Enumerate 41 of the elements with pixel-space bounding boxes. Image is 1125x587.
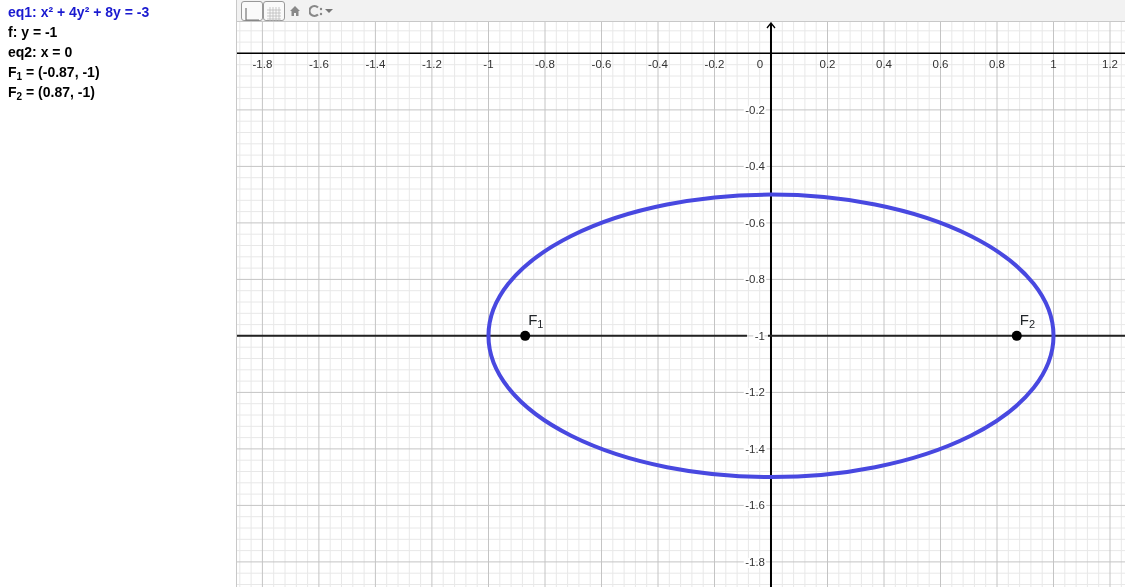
ellipse[interactable] xyxy=(486,192,1056,480)
algebra-entry[interactable]: eq1: x² + 4y² + 8y = -3 xyxy=(8,2,236,22)
algebra-entry[interactable]: F$_{2}$ = (0.87, -1) xyxy=(8,82,236,102)
axes-toggle-button[interactable] xyxy=(241,0,263,21)
tick-label: -1 xyxy=(483,58,494,71)
tick-label: -0.8 xyxy=(745,273,765,286)
grid-toggle-button[interactable] xyxy=(263,0,285,21)
tick-label: 1 xyxy=(1050,58,1057,71)
tick-label: -1.4 xyxy=(745,442,765,455)
point[interactable] xyxy=(1011,330,1022,341)
tick-label: -1 xyxy=(754,329,765,342)
tick-label: -1.4 xyxy=(365,58,386,71)
point-label: F$_{2}$ xyxy=(1019,311,1036,327)
axes-icon xyxy=(243,6,261,23)
tick-label: -1.2 xyxy=(745,386,765,399)
tick-label: -0.2 xyxy=(745,103,765,116)
tick-label: -0.4 xyxy=(745,160,765,173)
grid-icon xyxy=(265,6,283,23)
tick-label: 0.4 xyxy=(876,58,892,71)
tick-label: -0.6 xyxy=(591,58,612,71)
algebra-entry[interactable]: f: y = -1 xyxy=(8,22,236,42)
tick-label: 0.8 xyxy=(989,58,1005,71)
algebra-entry[interactable]: F$_{1}$ = (-0.87, -1) xyxy=(8,62,236,82)
point-label: F$_{1}$ xyxy=(528,311,544,327)
tick-label: 0.2 xyxy=(819,58,836,71)
tick-label: 0.6 xyxy=(932,58,949,71)
point-capture-icon[interactable] xyxy=(309,3,335,18)
tick-label: -0.8 xyxy=(535,58,555,71)
algebra-entry[interactable]: eq2: x = 0 xyxy=(8,42,236,62)
point[interactable] xyxy=(520,330,531,341)
tick-label: -1.6 xyxy=(309,58,329,71)
tick-label: -1.8 xyxy=(252,58,273,71)
tick-label: -0.2 xyxy=(704,58,725,71)
tick-label: 1.2 xyxy=(1102,58,1119,71)
tick-label: -1.2 xyxy=(422,58,442,71)
home-icon[interactable] xyxy=(289,4,301,17)
tick-label: -0.4 xyxy=(648,58,668,71)
origin-label: 0 xyxy=(756,58,764,71)
tick-label: -0.6 xyxy=(745,216,765,229)
tick-label: -1.8 xyxy=(745,555,765,568)
tick-label: -1.6 xyxy=(745,499,765,512)
